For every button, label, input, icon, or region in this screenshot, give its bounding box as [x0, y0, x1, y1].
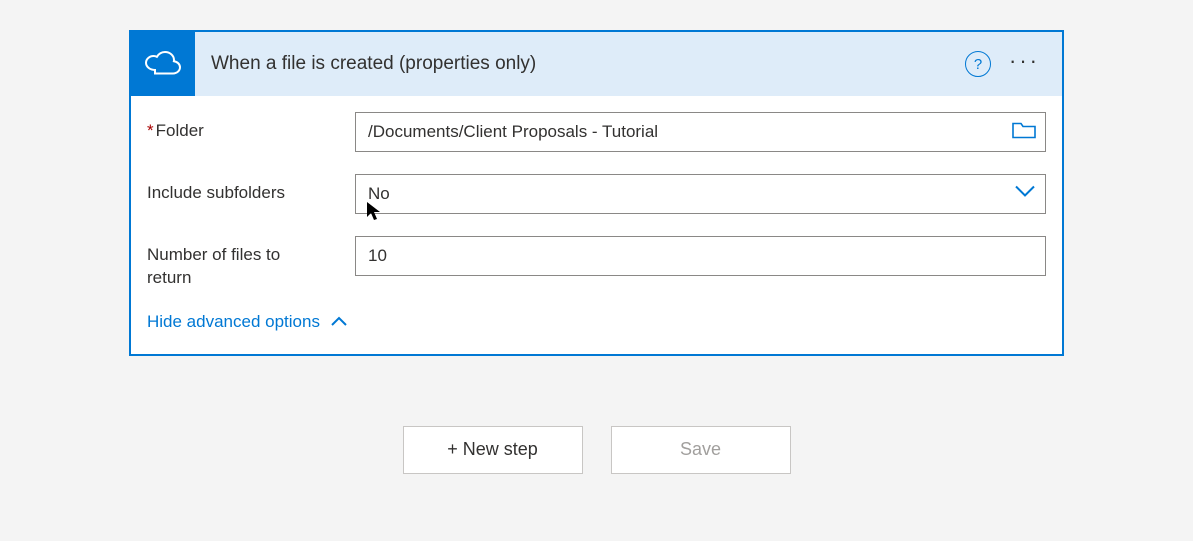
- card-title: When a file is created (properties only): [195, 53, 965, 75]
- include-subfolders-select[interactable]: [355, 174, 1046, 214]
- help-icon[interactable]: ?: [965, 51, 991, 77]
- folder-picker-icon[interactable]: [1012, 121, 1036, 144]
- folder-input[interactable]: [355, 112, 1046, 152]
- advanced-options-toggle[interactable]: Hide advanced options: [147, 312, 348, 332]
- card-body: *Folder Include subfolders: [131, 96, 1062, 354]
- chevron-up-icon: [330, 316, 348, 327]
- trigger-card: When a file is created (properties only)…: [129, 30, 1064, 356]
- new-step-button[interactable]: + New step: [403, 426, 583, 474]
- num-files-label: Number of files to return: [147, 236, 327, 290]
- chevron-down-icon[interactable]: [1014, 185, 1036, 204]
- folder-label: *Folder: [147, 112, 327, 143]
- required-star: *: [147, 121, 154, 140]
- onedrive-icon: [131, 32, 195, 96]
- advanced-options-label: Hide advanced options: [147, 312, 320, 332]
- save-button[interactable]: Save: [611, 426, 791, 474]
- card-header[interactable]: When a file is created (properties only)…: [131, 32, 1062, 96]
- more-menu-icon[interactable]: ···: [1009, 50, 1040, 78]
- num-files-input[interactable]: [355, 236, 1046, 276]
- include-subfolders-label: Include subfolders: [147, 174, 327, 205]
